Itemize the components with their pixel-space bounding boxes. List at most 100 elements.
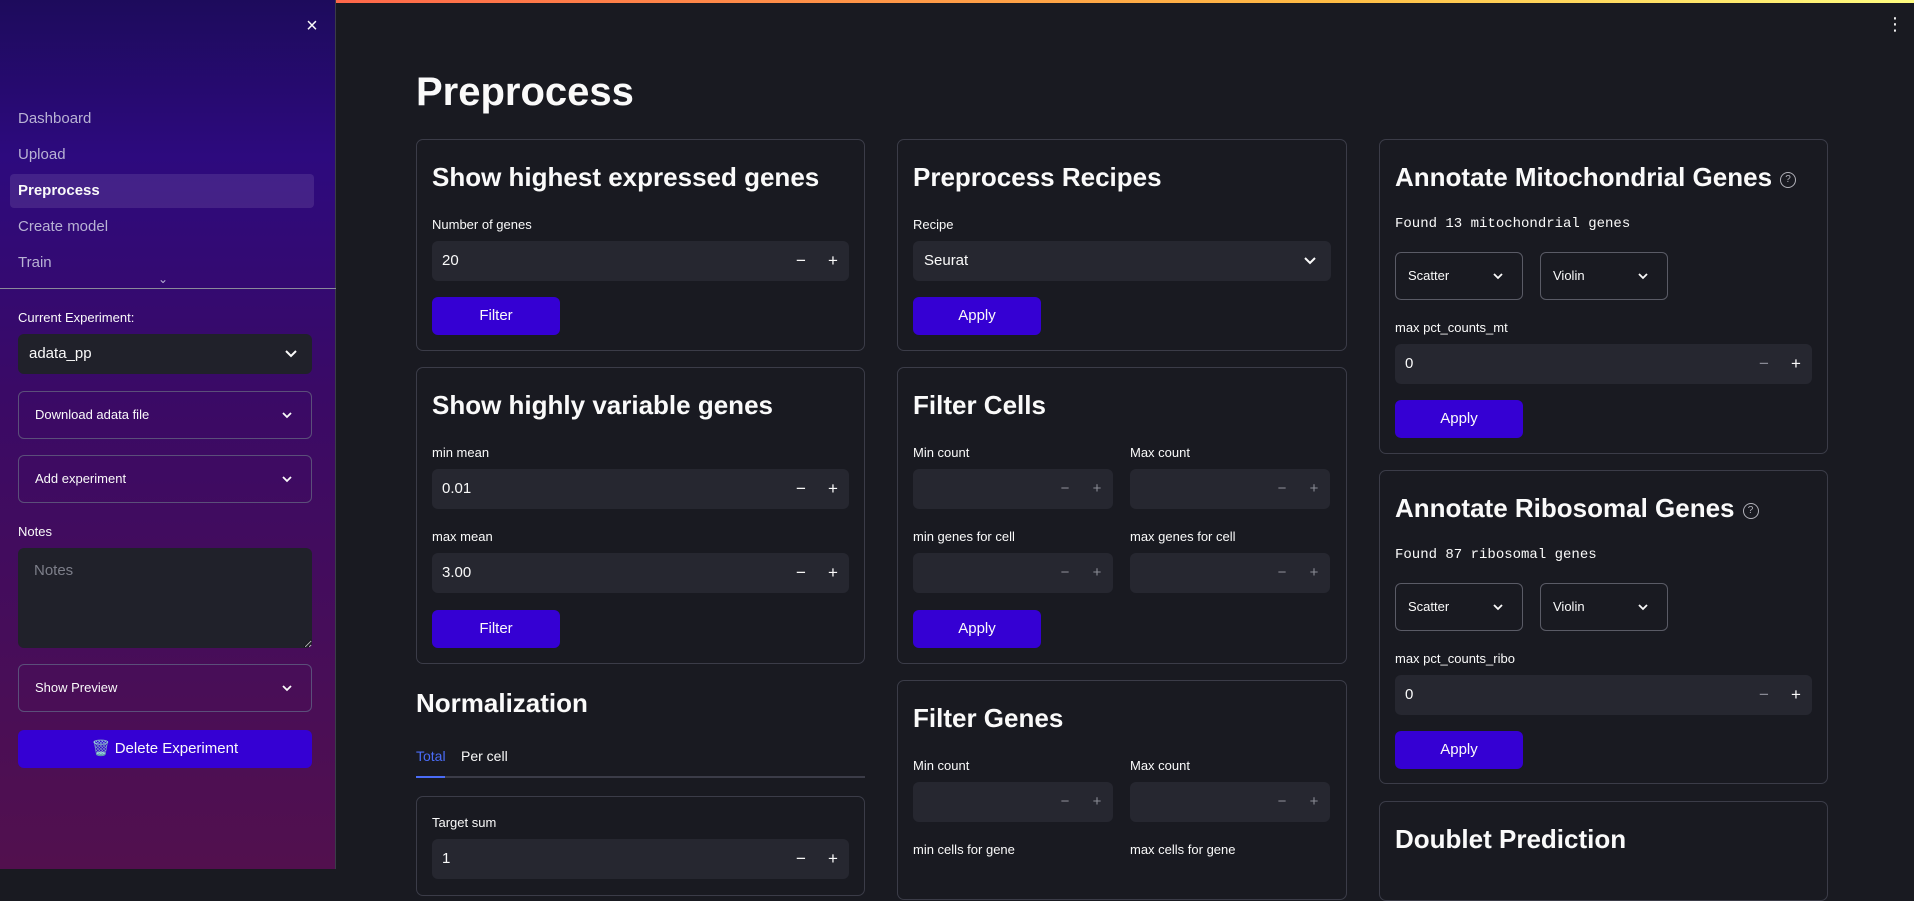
num-genes-input[interactable]: 20 − + [432, 241, 849, 281]
page-title: Preprocess [416, 70, 634, 114]
minus-icon[interactable]: − [785, 241, 817, 281]
sidebar-nav: Dashboard Upload Preprocess Create model… [10, 102, 314, 282]
highest-expressed-filter-button[interactable]: Filter [432, 297, 560, 335]
minus-icon[interactable]: − [785, 839, 817, 879]
mito-found-text: Found 13 mitochondrial genes [1395, 216, 1631, 232]
target-sum-label: Target sum [432, 815, 497, 830]
ribo-found-text: Found 87 ribosomal genes [1395, 547, 1597, 563]
minus-icon[interactable]: − [1049, 469, 1081, 509]
scatter-label: Scatter [1408, 599, 1450, 614]
minus-icon[interactable]: − [1266, 553, 1298, 593]
cells-min-count-label: Min count [913, 445, 970, 460]
cells-min-count-input[interactable]: − + [913, 469, 1113, 509]
add-experiment-expander[interactable]: Add experiment [18, 455, 312, 503]
plus-icon[interactable]: + [1081, 553, 1113, 593]
mito-apply-button[interactable]: Apply [1395, 400, 1523, 438]
cells-max-count-label: Max count [1130, 445, 1190, 460]
filter-cells-apply-button[interactable]: Apply [913, 610, 1041, 648]
max-cells-label: max cells for gene [1130, 842, 1236, 857]
nav-item-preprocess[interactable]: Preprocess [10, 174, 314, 208]
target-sum-input[interactable]: 1 − + [432, 839, 849, 879]
nav-expand-chevron-icon[interactable]: ⌄ [158, 272, 168, 286]
minus-icon[interactable]: − [1266, 782, 1298, 822]
minus-icon[interactable]: − [1049, 782, 1081, 822]
help-icon[interactable]: ? [1780, 172, 1797, 188]
minus-icon[interactable]: − [1748, 344, 1780, 384]
current-experiment-select[interactable]: adata_pp [18, 334, 312, 374]
genes-max-count-input[interactable]: − + [1130, 782, 1330, 822]
plus-icon[interactable]: + [817, 553, 849, 593]
max-mean-value: 3.00 [442, 564, 472, 581]
ribo-scatter-popover[interactable]: Scatter [1395, 583, 1523, 631]
chevron-down-icon [1492, 253, 1504, 318]
delete-experiment-button[interactable]: 🗑️ Delete Experiment [18, 730, 312, 768]
max-pct-mt-label: max pct_counts_mt [1395, 320, 1508, 335]
cells-max-count-input[interactable]: − + [1130, 469, 1330, 509]
target-sum-value: 1 [442, 850, 451, 867]
nav-divider [0, 288, 336, 289]
plus-icon[interactable]: + [817, 839, 849, 879]
plus-icon[interactable]: + [1298, 469, 1330, 509]
minus-icon[interactable]: − [1748, 675, 1780, 715]
help-icon[interactable]: ? [1742, 503, 1759, 519]
minus-icon[interactable]: − [785, 553, 817, 593]
genes-min-count-label: Min count [913, 758, 970, 773]
nav-item-upload[interactable]: Upload [10, 138, 314, 172]
recipe-value: Seurat [924, 252, 969, 269]
highly-variable-title: Show highly variable genes [432, 390, 773, 420]
max-genes-input[interactable]: − + [1130, 553, 1330, 593]
tab-per-cell[interactable]: Per cell [461, 748, 508, 764]
mito-scatter-popover[interactable]: Scatter [1395, 252, 1523, 300]
mito-card: Annotate Mitochondrial Genes? Found 13 m… [1379, 139, 1828, 454]
plus-icon[interactable]: + [817, 241, 849, 281]
nav-item-dashboard[interactable]: Dashboard [10, 102, 314, 136]
filter-genes-title: Filter Genes [913, 703, 1064, 733]
recipe-apply-button[interactable]: Apply [913, 297, 1041, 335]
plus-icon[interactable]: + [1298, 553, 1330, 593]
tab-total[interactable]: Total [416, 748, 446, 764]
max-mean-input[interactable]: 3.00 − + [432, 553, 849, 593]
mito-violin-popover[interactable]: Violin [1540, 252, 1668, 300]
recipes-card: Preprocess Recipes Recipe Seurat Apply [897, 139, 1347, 351]
download-adata-label: Download adata file [35, 407, 150, 422]
notes-label: Notes [18, 524, 52, 539]
violin-label: Violin [1553, 268, 1585, 283]
min-mean-input[interactable]: 0.01 − + [432, 469, 849, 509]
max-pct-mt-input[interactable]: 0 − + [1395, 344, 1812, 384]
minus-icon[interactable]: − [785, 469, 817, 509]
recipe-select[interactable]: Seurat [913, 241, 1331, 281]
notes-textarea[interactable] [18, 548, 312, 648]
sidebar: × Dashboard Upload Preprocess Create mod… [0, 0, 336, 869]
genes-min-count-input[interactable]: − + [913, 782, 1113, 822]
min-genes-label: min genes for cell [913, 529, 1015, 544]
plus-icon[interactable]: + [1081, 469, 1113, 509]
max-pct-mt-value: 0 [1405, 355, 1414, 372]
nav-item-create-model[interactable]: Create model [10, 210, 314, 244]
filter-cells-title: Filter Cells [913, 390, 1046, 420]
min-genes-input[interactable]: − + [913, 553, 1113, 593]
minus-icon[interactable]: − [1049, 553, 1081, 593]
highly-variable-filter-button[interactable]: Filter [432, 610, 560, 648]
ribo-title: Annotate Ribosomal Genes? [1395, 493, 1759, 524]
ribo-violin-popover[interactable]: Violin [1540, 583, 1668, 631]
plus-icon[interactable]: + [1780, 675, 1812, 715]
recipe-label: Recipe [913, 217, 954, 232]
ribo-title-text: Annotate Ribosomal Genes [1395, 493, 1735, 523]
plus-icon[interactable]: + [1780, 344, 1812, 384]
download-adata-expander[interactable]: Download adata file [18, 391, 312, 439]
minus-icon[interactable]: − [1266, 469, 1298, 509]
plus-icon[interactable]: + [1081, 782, 1113, 822]
plus-icon[interactable]: + [1298, 782, 1330, 822]
plus-icon[interactable]: + [817, 469, 849, 509]
show-preview-expander[interactable]: Show Preview [18, 664, 312, 712]
min-mean-label: min mean [432, 445, 490, 460]
highest-expressed-title: Show highest expressed genes [432, 162, 820, 192]
max-genes-label: max genes for cell [1130, 529, 1236, 544]
mito-title: Annotate Mitochondrial Genes? [1395, 162, 1797, 193]
max-pct-ribo-input[interactable]: 0 − + [1395, 675, 1812, 715]
show-preview-label: Show Preview [35, 680, 118, 695]
main-menu-icon[interactable]: ⋮ [1886, 14, 1904, 35]
close-sidebar-icon[interactable]: × [302, 16, 322, 36]
ribo-apply-button[interactable]: Apply [1395, 731, 1523, 769]
min-cells-label: min cells for gene [913, 842, 1015, 857]
